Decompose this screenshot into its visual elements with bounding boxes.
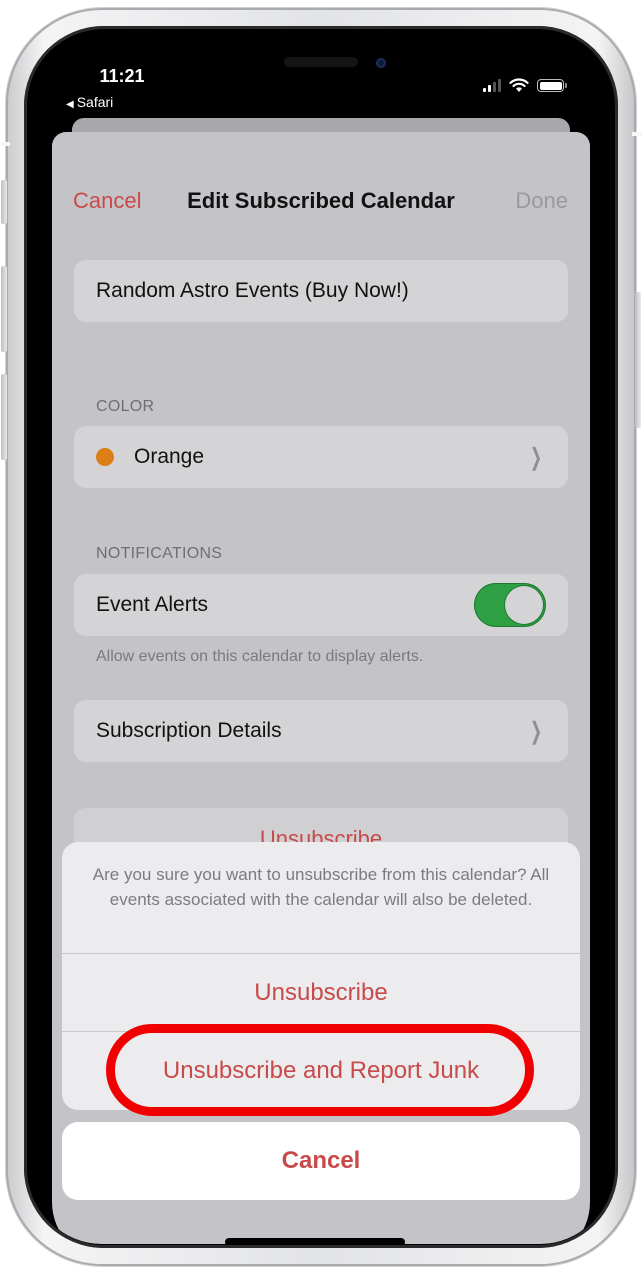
status-icons [483,78,567,93]
silent-switch [1,180,7,224]
color-row[interactable]: Orange ❯ [74,426,568,488]
event-alerts-label: Event Alerts [96,593,209,616]
nav-done-button[interactable]: Done [515,188,568,214]
action-sheet-message: Are you sure you want to unsubscribe fro… [62,842,580,954]
earpiece-speaker [284,57,358,67]
calendar-name-field[interactable]: Random Astro Events (Buy Now!) [74,260,568,322]
chevron-right-icon: ❯ [529,717,542,745]
back-triangle-icon: ◀ [66,99,74,110]
subscription-details-row[interactable]: Subscription Details ❯ [74,700,568,762]
phone-screen: 11:21 ◀ Safari Cancel Edit Subscribed Cal… [30,30,612,1244]
volume-down-button [1,374,7,460]
action-sheet-cancel-button[interactable]: Cancel [62,1122,580,1200]
chevron-right-icon: ❯ [529,443,542,471]
toggle-knob [505,586,543,624]
edit-calendar-sheet: Cancel Edit Subscribed Calendar Done Ran… [52,132,590,1244]
calendar-name-value: Random Astro Events (Buy Now!) [96,279,409,302]
volume-up-button [1,266,7,352]
color-value: Orange [134,445,205,468]
event-alerts-toggle[interactable] [474,583,546,627]
antenna-line [0,142,10,146]
antenna-line [632,132,642,136]
cellular-signal-icon [483,78,501,92]
page-title: Edit Subscribed Calendar [187,188,455,213]
action-sheet: Are you sure you want to unsubscribe fro… [62,842,580,1110]
unsubscribe-action-button[interactable]: Unsubscribe [62,954,580,1032]
event-alerts-row: Event Alerts [74,574,568,636]
color-section-header: COLOR [96,398,155,415]
wifi-icon [509,78,529,92]
notifications-section-header: NOTIFICATIONS [96,545,223,562]
subscription-details-label: Subscription Details [96,719,282,742]
power-button [635,292,641,428]
home-indicator[interactable] [225,1238,405,1244]
back-app-label: Safari [76,94,114,110]
color-swatch-icon [96,448,114,466]
battery-icon [537,79,567,92]
status-time: 11:21 [99,66,145,86]
unsubscribe-report-junk-button[interactable]: Unsubscribe and Report Junk [62,1032,580,1110]
event-alerts-footer: Allow events on this calendar to display… [96,648,424,665]
front-camera [376,58,386,68]
back-to-safari-link[interactable]: ◀ Safari [66,94,113,110]
